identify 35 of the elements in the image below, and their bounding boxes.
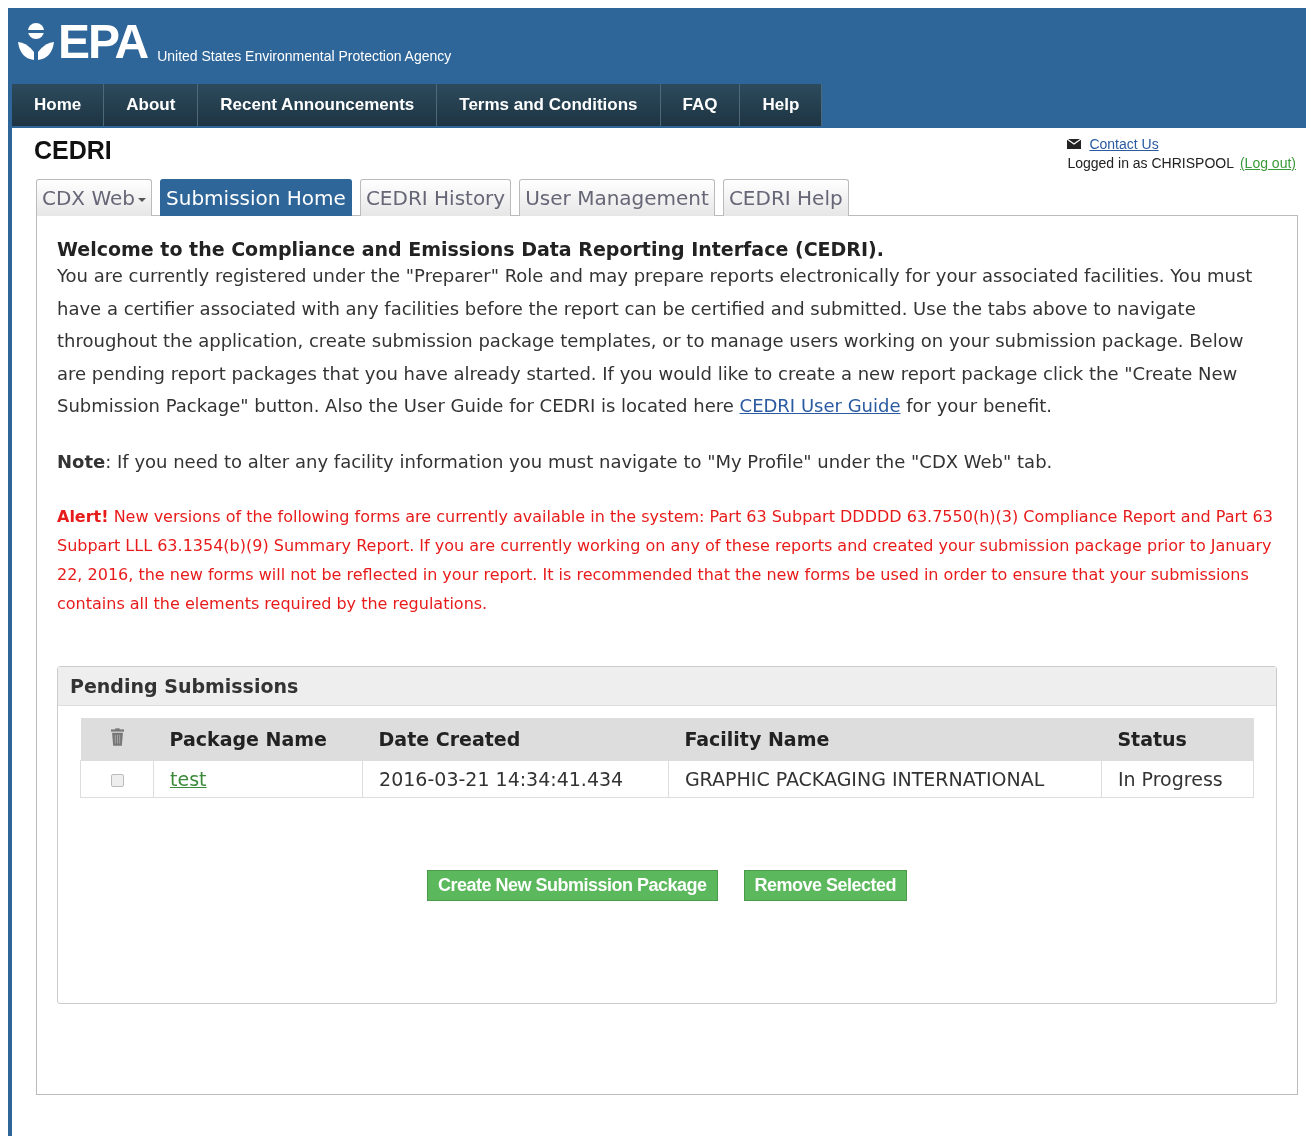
- agency-name: United States Environmental Protection Agency: [157, 48, 452, 64]
- user-guide-link[interactable]: CEDRI User Guide: [739, 395, 901, 416]
- logged-in-text: Logged in as CHRISPOOL: [1067, 155, 1234, 171]
- envelope-icon: [1067, 139, 1082, 149]
- column-header: Facility Name: [668, 717, 1102, 760]
- nav-link[interactable]: Help: [740, 84, 823, 126]
- nav-link[interactable]: Home: [12, 84, 105, 126]
- tab[interactable]: CEDRI Help: [722, 179, 849, 216]
- table-cell: 2016-03-21 14:34:41.434: [379, 767, 624, 790]
- table-cell: GRAPHIC PACKAGING INTERNATIONAL: [684, 767, 1045, 790]
- nav-link[interactable]: FAQ: [660, 84, 741, 126]
- alert-text: Alert! New versions of the following forms are currently available in the system: Part 63 Subpart DDDDD 63.7550(h)(3) Compliance Report and Part 63 Subpart LLL 63.1354(b)(9) Summary Report. If you are currently working on any of these reports and created your submission package prior to January 22, 2016, the new forms will not be reflected in your report. It is recommended that the new forms be used in order to ensure that your submissions contains all the elements required by the regulations.: [57, 505, 1274, 615]
- app-title: CEDRI: [34, 136, 112, 166]
- logo-text: EPA: [58, 18, 148, 66]
- tab[interactable]: Submission Home: [160, 179, 352, 216]
- column-header: Date Created: [362, 717, 669, 760]
- panel-title: Pending Submissions: [70, 674, 299, 697]
- table-cell: In Progress: [1117, 767, 1223, 790]
- logout-link[interactable]: (Log out): [1239, 155, 1296, 171]
- note-text: Note: If you need to alter any facility information you must navigate to "My Profile" under the "CDX Web" tab.: [57, 450, 1054, 472]
- nav-link[interactable]: Recent Announcements: [198, 84, 438, 126]
- package-link[interactable]: test: [170, 767, 207, 790]
- column-header: Package Name: [153, 717, 363, 760]
- trash-icon: [110, 727, 124, 746]
- tab[interactable]: CDX Web: [36, 179, 153, 216]
- nav-link[interactable]: Terms and Conditions: [437, 84, 661, 126]
- row-checkbox[interactable]: [110, 773, 124, 787]
- column-header: Status: [1101, 717, 1254, 760]
- nav-link[interactable]: About: [104, 84, 199, 126]
- tab[interactable]: User Management: [519, 179, 715, 216]
- welcome-heading: Welcome to the Compliance and Emissions Data Reporting Interface (CEDRI).: [57, 238, 885, 260]
- flower-logo-icon: [16, 22, 56, 62]
- tab[interactable]: CEDRI History: [359, 179, 512, 216]
- intro-paragraph: You are currently registered under the "Preparer" Role and may prepare reports electronically for your associated facilities. You must have a certifier associated with any facilities before the report can be certified and submitted. Use the tabs above to navigate throughout the application, create submission package templates, or to manage users working on your submission package. Below are pending report packages that you have already started. If you would like to create a new report package click the "Create New Submission Package" button. Also the User Guide for CEDRI is located here CEDRI User Guide for your benefit.: [57, 264, 1254, 418]
- contact-link[interactable]: Contact Us: [1089, 136, 1159, 152]
